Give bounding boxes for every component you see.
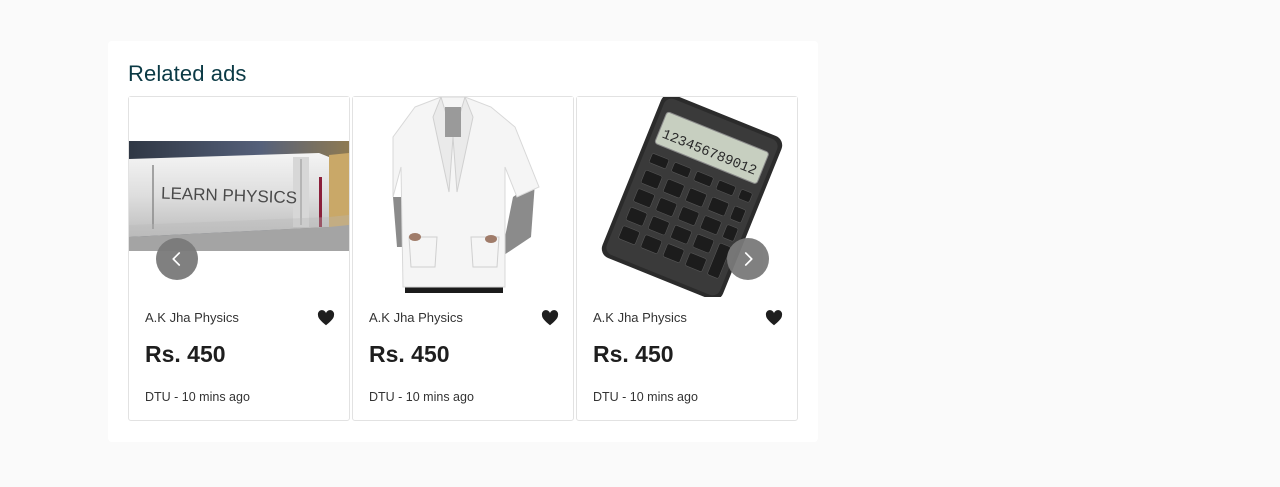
heart-icon[interactable] [541, 310, 559, 326]
location-time: DTU - 10 mins ago [145, 390, 250, 404]
price: Rs. 450 [593, 341, 674, 367]
ad-image-labcoat[interactable] [353, 97, 573, 297]
seller-name: A.K Jha Physics [145, 310, 239, 325]
seller-name: A.K Jha Physics [369, 310, 463, 325]
price: Rs. 450 [145, 341, 226, 367]
carousel-next-button[interactable] [727, 238, 769, 280]
seller-name: A.K Jha Physics [593, 310, 687, 325]
heart-icon[interactable] [317, 310, 335, 326]
location-time: DTU - 10 mins ago [593, 390, 698, 404]
related-ads-panel: Related ads LEARN PHYSICS A.K Jha Physic… [108, 41, 818, 442]
section-title: Related ads [128, 61, 247, 86]
location-time: DTU - 10 mins ago [369, 390, 474, 404]
ad-card[interactable]: A.K Jha Physics Rs. 450 DTU - 10 mins ag… [352, 96, 574, 421]
price: Rs. 450 [369, 341, 450, 367]
chevron-right-icon [744, 252, 753, 266]
labcoat-image [353, 97, 573, 297]
heart-icon[interactable] [765, 310, 783, 326]
carousel-viewport: LEARN PHYSICS A.K Jha Physics Rs. 450 DT… [128, 96, 798, 424]
chevron-left-icon [172, 252, 181, 266]
carousel-prev-button[interactable] [156, 238, 198, 280]
